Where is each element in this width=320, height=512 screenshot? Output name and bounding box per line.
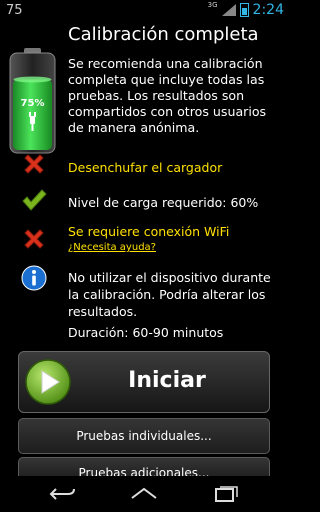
start-button[interactable]: Iniciar — [18, 351, 270, 413]
green-check-icon — [22, 189, 47, 211]
network-type-label: 3G — [207, 1, 218, 9]
info-icon — [21, 265, 47, 291]
requirement-wifi: Se requiere conexión WiFi — [68, 224, 230, 239]
battery-percent-text: 75 — [6, 3, 23, 18]
info-note: No utilizar el dispositivo durante la ca… — [68, 270, 271, 319]
signal-icon — [221, 4, 236, 16]
recent-apps-icon[interactable] — [210, 484, 240, 504]
individual-tests-button[interactable]: Pruebas individuales... — [18, 418, 270, 454]
duration-text: Duración: 60-90 minutos — [68, 325, 224, 340]
home-icon[interactable] — [129, 484, 159, 504]
description-text: Se recomienda una calibración completa q… — [68, 56, 267, 135]
navigation-bar — [0, 476, 288, 512]
red-x-icon — [24, 154, 44, 174]
start-button-label: Iniciar — [128, 368, 206, 393]
help-link[interactable]: ¿Necesita ayuda? — [68, 242, 156, 253]
battery-icon: 75% — [9, 48, 56, 154]
status-bar: 75 3G 2:24 — [0, 0, 288, 24]
requirement-charge-level: Nivel de carga requerido: 60% — [68, 195, 259, 210]
red-x-icon — [24, 229, 44, 249]
requirement-unplug: Desenchufar el cargador — [68, 160, 223, 175]
back-icon[interactable] — [48, 484, 78, 504]
page-title: Calibración completa — [68, 24, 259, 45]
clock: 2:24 — [252, 2, 284, 18]
status-icons: 3G 2:24 — [207, 1, 284, 18]
battery-level-label: 75% — [21, 98, 45, 109]
battery-status-icon — [239, 3, 249, 17]
